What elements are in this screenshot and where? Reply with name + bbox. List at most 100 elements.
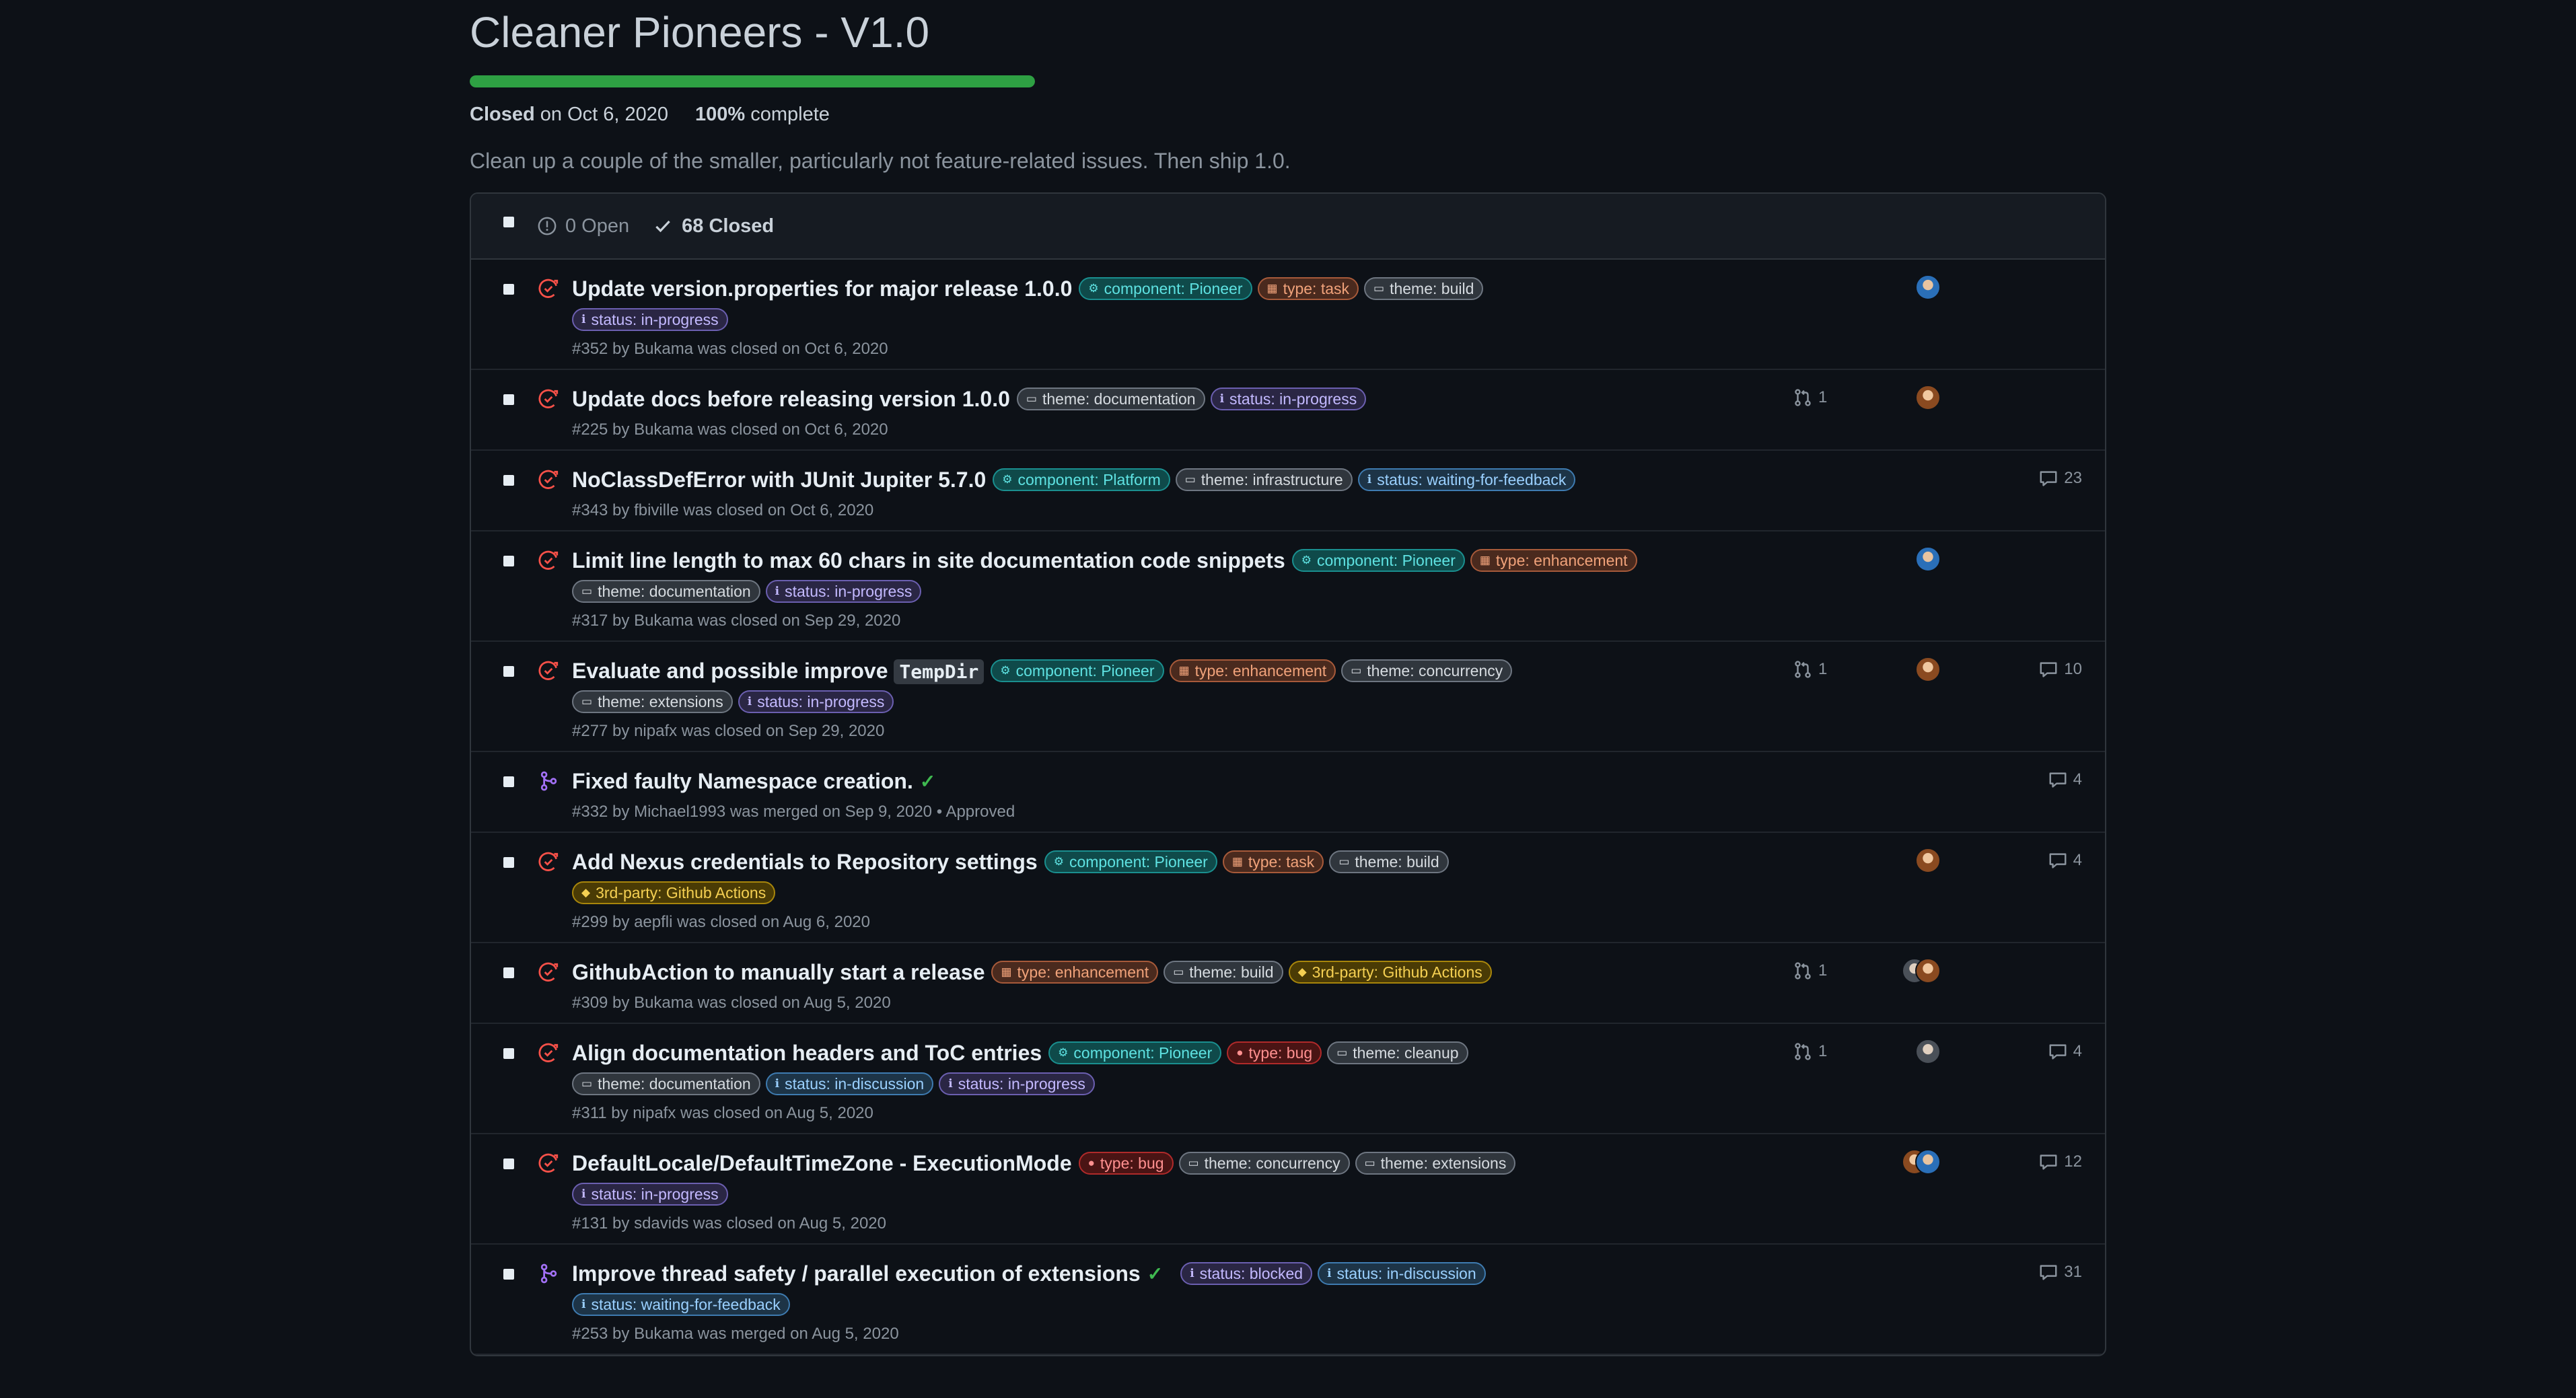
label-theme[interactable]: ▭ theme: cleanup [1327,1041,1468,1064]
label-theme[interactable]: ▭ theme: build [1364,277,1484,300]
label-status[interactable]: ℹ status: in-progress [765,580,922,603]
issue-title-link[interactable]: NoClassDefError with JUnit Jupiter 5.7.0 [572,468,986,492]
label-status[interactable]: ℹ status: in-progress [939,1072,1095,1095]
label-comp[interactable]: ⚙ component: Pioneer [1048,1041,1222,1064]
label-emoji-icon: ▭ [581,695,593,708]
comments-link[interactable]: 4 [2048,770,2082,790]
avatar[interactable] [1915,274,1941,300]
linked-pull-requests[interactable]: 1 [1793,388,1827,408]
label-status[interactable]: ℹ status: in-progress [1210,388,1367,410]
issue-meta: #131 by sdavids was closed on Aug 5, 202… [572,1214,886,1233]
issue-title-link[interactable]: Update docs before releasing version 1.0… [572,387,1010,412]
avatar[interactable] [1915,1039,1941,1064]
label-status[interactable]: ℹ status: in-progress [572,308,728,331]
avatar[interactable] [1915,385,1941,410]
row-checkbox[interactable] [503,475,514,486]
label-theme[interactable]: ▭ theme: documentation [572,1072,760,1095]
label-theme[interactable]: ▭ theme: build [1329,850,1449,873]
row-checkbox[interactable] [503,666,514,677]
comments-link[interactable]: 12 [2038,1152,2082,1172]
assignee-avatars[interactable] [1902,958,1941,984]
label-comp[interactable]: ⚙ component: Platform [993,468,1170,491]
row-checkbox[interactable] [503,776,514,787]
issue-title-link[interactable]: Fixed faulty Namespace creation. [572,769,913,794]
label-bug[interactable]: ● type: bug [1227,1041,1322,1064]
label-theme[interactable]: ▭ theme: documentation [1016,388,1205,410]
label-status[interactable]: ℹ status: in-progress [738,690,894,713]
label-text: status: in-progress [785,582,913,600]
avatar[interactable] [1915,657,1941,682]
issue-title-link[interactable]: DefaultLocale/DefaultTimeZone - Executio… [572,1151,1072,1176]
label-type[interactable]: ▦ type: enhancement [991,961,1159,984]
avatar[interactable] [1915,546,1941,572]
row-checkbox[interactable] [503,967,514,978]
issue-title-link[interactable]: GithubAction to manually start a release [572,960,985,985]
label-theme[interactable]: ▭ theme: extensions [1355,1152,1516,1175]
label-status[interactable]: ℹ status: in-progress [572,1183,728,1206]
row-checkbox[interactable] [503,1158,514,1169]
label-type[interactable]: ▦ type: task [1257,277,1359,300]
label-3p[interactable]: ◆ 3rd-party: Github Actions [572,881,776,904]
issue-row: Evaluate and possible improve TempDir ⚙ co… [471,642,2105,752]
row-checkbox[interactable] [503,284,514,295]
label-theme[interactable]: ▭ theme: build [1164,961,1283,984]
label-text: type: task [1283,279,1350,297]
assignee-avatars[interactable] [1902,1149,1941,1175]
label-comp[interactable]: ⚙ component: Pioneer [1291,549,1465,572]
linked-pull-requests[interactable]: 1 [1793,659,1827,679]
label-comp[interactable]: ⚙ component: Pioneer [991,659,1164,682]
assignee-avatars[interactable] [1915,848,1941,873]
avatar[interactable] [1915,848,1941,873]
label-text: type: bug [1248,1043,1313,1062]
label-3p[interactable]: ◆ 3rd-party: Github Actions [1288,961,1492,984]
linked-pull-requests[interactable]: 1 [1793,1041,1827,1062]
label-comp[interactable]: ⚙ component: Pioneer [1044,850,1217,873]
label-theme[interactable]: ▭ theme: infrastructure [1175,468,1353,491]
avatar[interactable] [1915,958,1941,984]
label-statusb[interactable]: ℹ status: in-discussion [1318,1262,1486,1285]
comments-link[interactable]: 10 [2038,659,2082,679]
assignee-avatars[interactable] [1915,546,1941,572]
closed-filter[interactable]: 68 Closed [653,215,774,237]
label-theme[interactable]: ▭ theme: extensions [572,690,733,713]
issue-title-text: Update version.properties for major rele… [572,276,1073,301]
comments-link[interactable]: 31 [2038,1262,2082,1282]
avatar[interactable] [1915,1149,1941,1175]
select-all-checkbox[interactable] [503,217,514,227]
label-bug[interactable]: ● type: bug [1078,1152,1174,1175]
label-type[interactable]: ▦ type: enhancement [1169,659,1336,682]
comments-link[interactable]: 4 [2048,850,2082,871]
assignee-avatars[interactable] [1915,385,1941,410]
label-type[interactable]: ▦ type: task [1222,850,1324,873]
issue-title-link[interactable]: Evaluate and possible improve TempDir [572,659,985,684]
issue-title-link[interactable]: Limit line length to max 60 chars in sit… [572,548,1285,573]
label-statusb[interactable]: ℹ status: waiting-for-feedback [1357,468,1576,491]
assignee-avatars[interactable] [1915,274,1941,300]
row-checkbox[interactable] [503,857,514,868]
label-theme[interactable]: ▭ theme: concurrency [1178,1152,1350,1175]
issue-title-link[interactable]: Add Nexus credentials to Repository sett… [572,850,1038,875]
percent-complete: 100% [695,104,746,125]
label-statusb[interactable]: ℹ status: waiting-for-feedback [572,1293,790,1316]
row-checkbox[interactable] [503,556,514,566]
row-checkbox[interactable] [503,1269,514,1280]
assignee-avatars[interactable] [1915,657,1941,682]
label-type[interactable]: ▦ type: enhancement [1470,549,1637,572]
comments-link[interactable]: 23 [2038,468,2082,488]
label-theme[interactable]: ▭ theme: documentation [572,580,760,603]
row-checkbox[interactable] [503,394,514,405]
linked-pull-requests[interactable]: 1 [1793,961,1827,981]
row-checkbox[interactable] [503,1048,514,1059]
label-statusb[interactable]: ℹ status: in-discussion [765,1072,934,1095]
open-filter[interactable]: 0 Open [537,215,629,237]
label-comp[interactable]: ⚙ component: Pioneer [1079,277,1252,300]
issue-title-link[interactable]: Update version.properties for major rele… [572,277,1072,301]
comments-link[interactable]: 4 [2048,1041,2082,1062]
issue-title-link[interactable]: Align documentation headers and ToC entr… [572,1041,1042,1066]
label-status[interactable]: ℹ status: blocked [1180,1262,1313,1285]
label-text: 3rd-party: Github Actions [596,883,766,902]
issue-title-link[interactable]: Improve thread safety / parallel executi… [572,1261,1141,1286]
label-theme[interactable]: ▭ theme: concurrency [1341,659,1513,682]
issue-content: Align documentation headers and ToC entr… [572,1024,2105,1133]
assignee-avatars[interactable] [1915,1039,1941,1064]
